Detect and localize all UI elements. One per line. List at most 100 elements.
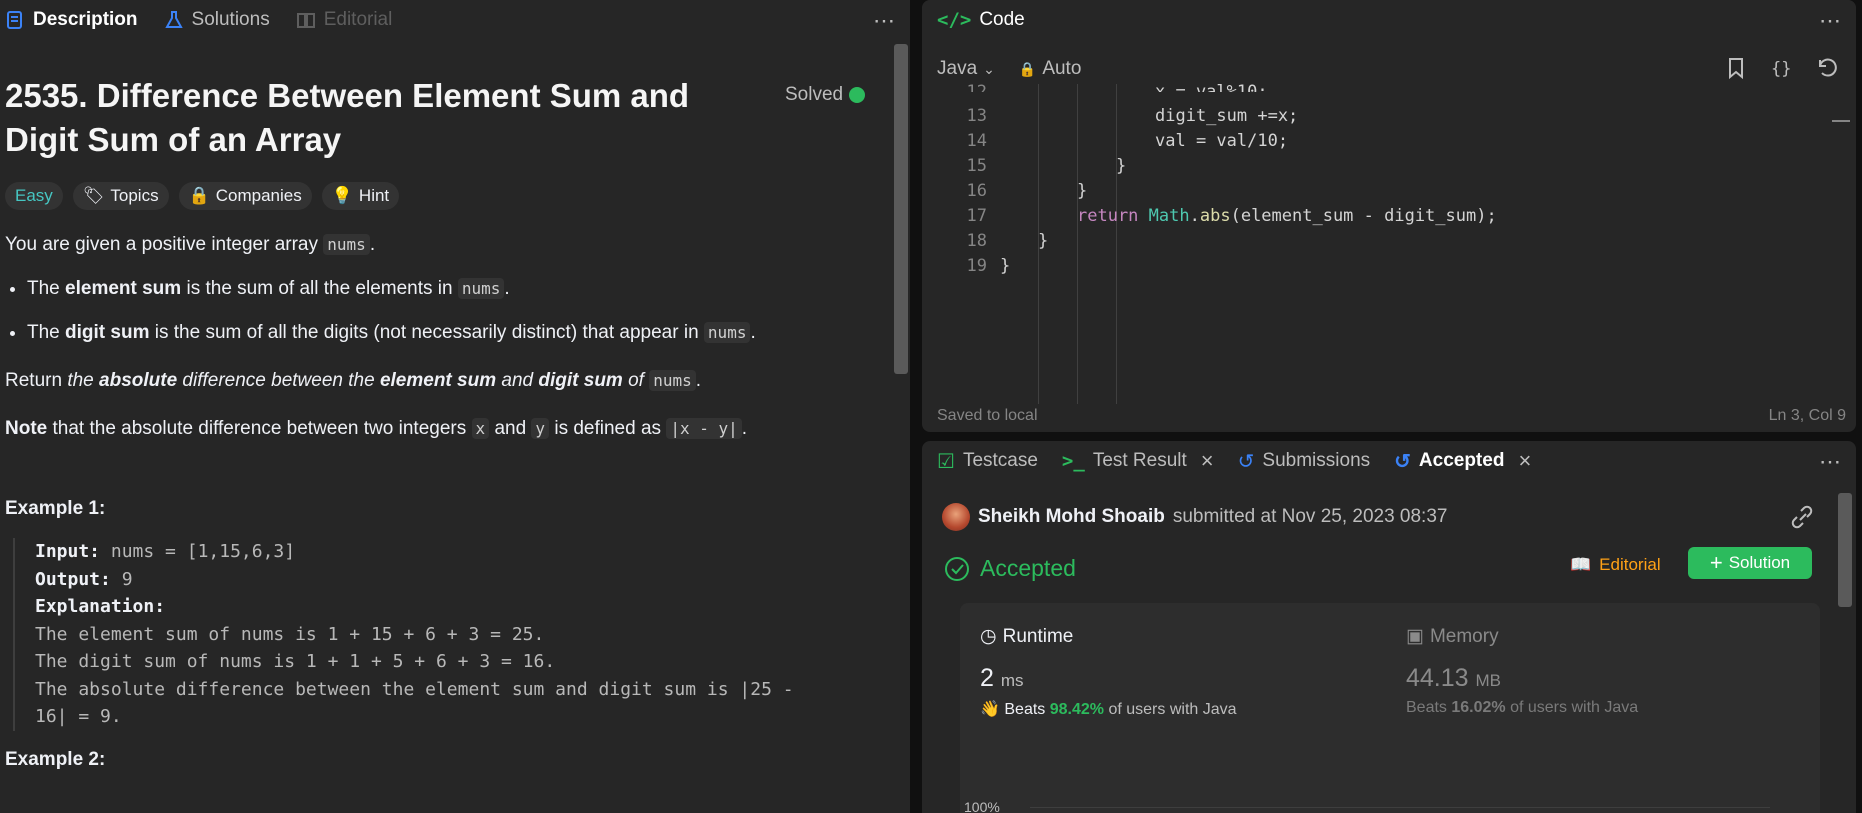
bullet1-post: is the sum of all the elements in <box>186 278 453 299</box>
topics-button[interactable]: 🏷 Topics <box>72 182 169 210</box>
code-more-options-icon[interactable]: ⋯ <box>1819 8 1842 34</box>
code-line: 12 x = val%10; <box>922 82 1856 92</box>
result-scrollbar[interactable] <box>1838 493 1854 813</box>
scrollbar-thumb[interactable] <box>1838 493 1852 607</box>
lightbulb-icon: 💡 <box>331 186 353 205</box>
description-panel: Description Solutions Editorial ⋯ 2535. … <box>0 0 910 813</box>
runtime-beats-label: Beats <box>1004 701 1046 718</box>
language-label: Java <box>937 58 978 79</box>
line-number: 14 <box>966 131 987 151</box>
tab-code-label: Code <box>979 9 1025 30</box>
code-text: } <box>1000 256 1011 276</box>
code-line: 14 val = val/10; <box>922 131 1856 156</box>
return-i3: and <box>501 370 534 391</box>
solved-label: Solved <box>785 84 844 105</box>
code-icon: </> <box>937 9 972 31</box>
tab-accepted[interactable]: ↺ Accepted × <box>1394 448 1531 474</box>
code-text: } <box>1116 156 1127 176</box>
avatar[interactable] <box>942 503 970 531</box>
memory-stat[interactable]: ▣ Memory 44.13 MB Beats 16.02% of users w… <box>1406 625 1638 717</box>
result-more-options-icon[interactable]: ⋯ <box>1819 449 1842 475</box>
tag-icon: 🏷 <box>82 186 105 205</box>
bullet1-code: nums <box>457 278 505 299</box>
code-text: x = val%10; <box>1155 82 1268 92</box>
auto-mode[interactable]: 🔒 Auto <box>1019 58 1082 80</box>
runtime-value: 2 <box>980 664 994 692</box>
editorial-button[interactable]: 📖 Editorial <box>1570 555 1661 575</box>
difficulty-badge: Easy <box>5 182 63 210</box>
bullet1-pre: The <box>27 278 60 299</box>
bullet1-bold: element sum <box>65 278 182 299</box>
solution-button[interactable]: + Solution <box>1688 547 1812 579</box>
tab-editorial[interactable]: Editorial <box>296 9 393 31</box>
lock-icon: 🔒 <box>188 186 210 205</box>
code-text-return: return Math.abs(element_sum - digit_sum)… <box>1077 206 1497 226</box>
tab-code[interactable]: </> Code <box>937 9 1025 31</box>
example-title: Example 1: <box>5 498 106 519</box>
book-icon: 📖 <box>1570 555 1592 574</box>
tab-submissions[interactable]: ↺ Submissions <box>1238 449 1370 474</box>
line-number: 12 <box>966 82 987 92</box>
note-defined: is defined as <box>554 418 662 439</box>
list-item: The element sum is the sum of all the el… <box>27 276 885 302</box>
solution-button-label: Solution <box>1728 553 1791 572</box>
line-number: 17 <box>966 206 987 226</box>
history-icon: ↺ <box>1394 450 1411 473</box>
return-i1: the <box>67 370 94 391</box>
tab-testcase-label: Testcase <box>962 450 1038 471</box>
book-icon <box>296 13 315 28</box>
companies-button[interactable]: 🔒 Companies <box>178 182 312 210</box>
close-icon[interactable]: × <box>1518 448 1531 474</box>
panel-divider[interactable] <box>910 0 922 813</box>
terminal-icon: >_ <box>1061 450 1085 472</box>
chip-icon: ▣ <box>1406 626 1424 647</box>
tab-description[interactable]: Description <box>5 9 138 31</box>
runtime-beats-pct: 98.42% <box>1049 701 1105 718</box>
close-icon[interactable]: × <box>1201 448 1214 474</box>
code-toolbar: Java ⌄ 🔒 Auto <box>922 52 1856 86</box>
companies-label: Companies <box>215 186 302 205</box>
link-icon[interactable] <box>1788 505 1816 534</box>
runtime-stat[interactable]: ◷ Runtime 2 ms 👋 Beats 98.42% of users wi… <box>980 625 1237 719</box>
code-text: digit_sum +=x; <box>1155 106 1299 126</box>
return-i4: of <box>628 370 644 391</box>
scrollbar-thumb[interactable] <box>894 44 908 374</box>
language-select[interactable]: Java ⌄ <box>937 58 995 80</box>
more-options-icon[interactable]: ⋯ <box>873 8 896 34</box>
note-y: y <box>531 418 550 439</box>
line-number: 13 <box>966 106 987 126</box>
note-expr: |x - y| <box>666 418 742 439</box>
description-icon <box>7 11 22 29</box>
tab-solutions-label: Solutions <box>191 9 270 30</box>
format-braces-icon[interactable]: {} <box>1770 56 1794 80</box>
code-line: 18} <box>922 231 1856 256</box>
submitter-name[interactable]: Sheikh Mohd Shoaib <box>978 506 1165 528</box>
tab-solutions[interactable]: Solutions <box>164 9 270 31</box>
explanation-line: The element sum of nums is 1 + 15 + 6 + … <box>35 623 545 645</box>
tab-testcase[interactable]: ☑ Testcase <box>937 449 1038 474</box>
problem-tags: Easy 🏷 Topics 🔒 Companies 💡 Hint <box>5 182 885 210</box>
runtime-unit: ms <box>1000 671 1024 690</box>
code-line: 16} <box>922 181 1856 206</box>
wave-hand-icon: 👋 <box>980 701 1000 718</box>
explanation-line: The digit sum of nums is 1 + 1 + 5 + 6 +… <box>35 651 556 672</box>
plus-icon: + <box>1709 550 1723 575</box>
history-icon: ↺ <box>1237 450 1255 473</box>
explanation-line: The absolute difference between the elem… <box>35 678 794 700</box>
tab-submissions-label: Submissions <box>1262 450 1371 471</box>
description-scrollbar[interactable] <box>890 44 910 813</box>
tab-accepted-label: Accepted <box>1418 450 1505 471</box>
code-text: val = val/10; <box>1155 131 1289 151</box>
editorial-button-label: Editorial <box>1599 555 1661 574</box>
hint-button[interactable]: 💡 Hint <box>321 182 400 210</box>
cursor-position: Ln 3, Col 9 <box>1768 407 1846 424</box>
tab-editorial-label: Editorial <box>323 9 393 30</box>
bookmark-icon[interactable] <box>1724 56 1748 80</box>
note-and: and <box>494 418 527 439</box>
code-editor[interactable]: 12 x = val%10; 13 digit_sum +=x; 14 val = v… <box>922 82 1856 404</box>
explanation-label: Explanation: <box>35 596 166 617</box>
reset-icon[interactable] <box>1816 56 1840 80</box>
result-tabbar: ☑ Testcase >_ Test Result × ↺ Submission… <box>922 441 1856 481</box>
intro-text: You are given a positive integer array <box>5 234 318 255</box>
tab-test-result[interactable]: >_ Test Result × <box>1062 448 1214 474</box>
